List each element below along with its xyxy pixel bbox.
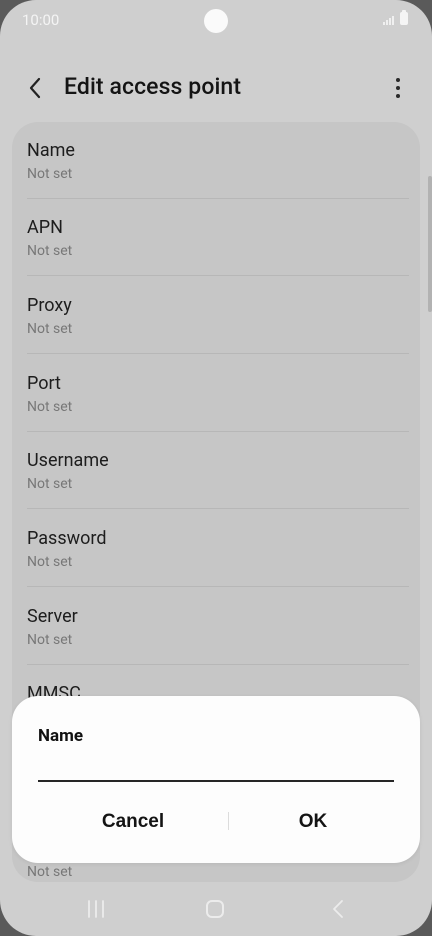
item-title: Server (27, 606, 78, 627)
list-item-port[interactable]: Port Not set (27, 355, 409, 432)
chevron-left-icon[interactable] (24, 74, 48, 102)
back-icon[interactable] (330, 899, 346, 919)
dialog-title: Name (38, 726, 83, 746)
phone-screen: 10:00 Edit access point Name Not set APN… (0, 0, 432, 936)
item-title: Password (27, 528, 107, 549)
item-title: Username (27, 450, 109, 471)
item-value: Not set (27, 166, 73, 182)
item-value: Not set (27, 321, 73, 337)
front-camera (204, 9, 228, 33)
home-icon[interactable] (206, 900, 224, 918)
signal-icon (383, 16, 394, 25)
list-item-apn[interactable]: APN Not set (27, 199, 409, 276)
divider (27, 353, 409, 354)
divider (27, 275, 409, 276)
list-item-password[interactable]: Password Not set (27, 510, 409, 587)
cancel-button[interactable]: Cancel (38, 802, 228, 842)
list-item-username[interactable]: Username Not set (27, 432, 409, 509)
item-value: Not set (27, 399, 73, 415)
name-input[interactable] (38, 752, 394, 782)
page-title: Edit access point (64, 73, 242, 100)
navigation-bar (0, 884, 432, 936)
item-value: Not set (27, 554, 73, 570)
item-title: Proxy (27, 295, 72, 316)
divider (27, 586, 409, 587)
item-value: Not set (27, 243, 73, 259)
recent-apps-icon[interactable] (86, 900, 106, 918)
item-title: Port (27, 373, 61, 394)
item-title: Name (27, 140, 75, 161)
item-value: Not set (27, 632, 73, 648)
name-input-dialog: Name Cancel OK (12, 696, 420, 863)
ok-button[interactable]: OK (218, 802, 408, 842)
scrollbar[interactable] (428, 176, 432, 312)
item-title: APN (27, 217, 63, 238)
app-header: Edit access point (0, 60, 432, 116)
status-bar: 10:00 (0, 0, 432, 40)
more-vertical-icon[interactable] (386, 74, 410, 102)
list-item-proxy[interactable]: Proxy Not set (27, 277, 409, 354)
item-value: Not set (27, 476, 73, 492)
item-value: Not set (27, 864, 73, 880)
battery-icon (400, 10, 408, 25)
divider (27, 508, 409, 509)
status-icons (383, 10, 408, 25)
list-item-server[interactable]: Server Not set (27, 588, 409, 665)
list-item-name[interactable]: Name Not set (27, 122, 409, 199)
status-time: 10:00 (22, 11, 60, 29)
